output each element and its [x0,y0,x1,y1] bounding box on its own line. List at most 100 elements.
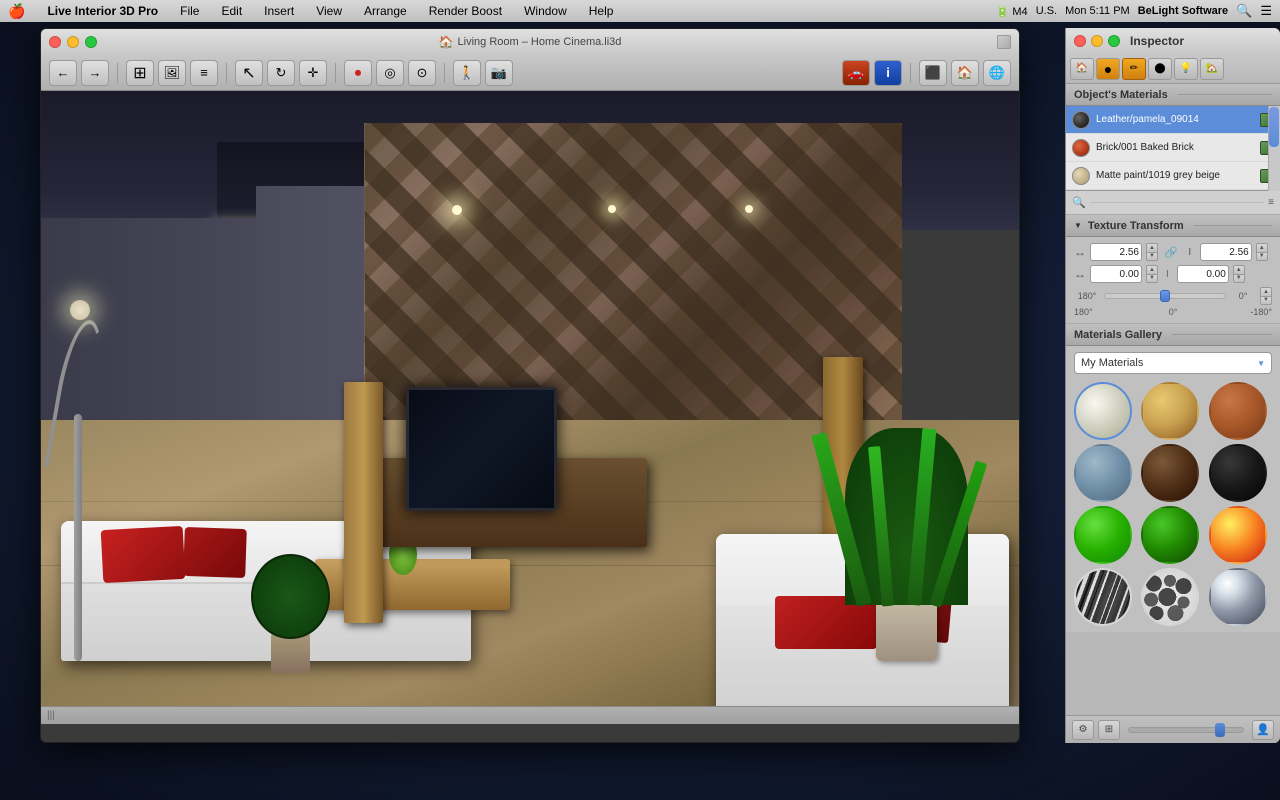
camera-button[interactable]: ⊙ [408,60,436,86]
materials-menu-btn[interactable]: ≡ [1268,197,1274,208]
rotate-icon: ↻ [276,65,287,81]
floorplan-button[interactable]: ⊞ [126,60,154,86]
viewport[interactable]: ||| [41,91,1019,724]
cursor-button[interactable]: ↖ [235,60,263,86]
list-button[interactable]: ≡ [190,60,218,86]
offset-y-down[interactable]: ▼ [1233,275,1245,284]
offset-x-stepper[interactable]: ▲ ▼ [1146,265,1158,283]
offset-x-input[interactable] [1090,265,1142,283]
scale-y-stepper[interactable]: ▲ ▼ [1256,243,1268,261]
menubar-view[interactable]: View [312,4,346,18]
menubar-insert[interactable]: Insert [260,4,298,18]
gallery-item-dark[interactable] [1209,444,1267,502]
menubar-help[interactable]: Help [585,4,618,18]
inspector-tabs: 🏠 ● ✏ ⬤ 💡 🏡 [1066,54,1280,84]
resize-button[interactable] [997,35,1011,49]
menubar-file[interactable]: File [176,4,203,18]
offset-x-up[interactable]: ▲ [1146,265,1158,275]
tab-material[interactable]: ✏ [1122,58,1146,80]
rotate-button[interactable]: ↻ [267,60,295,86]
menubar-window[interactable]: Window [520,4,571,18]
car-button[interactable]: 🚗 [842,60,870,86]
tab-scene[interactable]: 🏡 [1200,58,1224,80]
move-button[interactable]: ✛ [299,60,327,86]
walk-button[interactable]: 🚶 [453,60,481,86]
inspector-min[interactable] [1091,35,1103,47]
inspector-close[interactable] [1074,35,1086,47]
scale-y-input[interactable] [1200,243,1252,261]
gallery-item-fire[interactable] [1209,506,1267,564]
material-item-0[interactable]: Leather/pamela_09014 [1066,106,1280,134]
scale-y-up[interactable]: ▲ [1256,243,1268,253]
plant-right [863,439,951,661]
minimize-button[interactable] [67,36,79,48]
offset-y-stepper[interactable]: ▲ ▼ [1233,265,1245,283]
offset-y-input[interactable] [1177,265,1229,283]
size-slider[interactable] [1128,727,1244,733]
scale-x-input[interactable] [1090,243,1142,261]
tab-object[interactable]: ● [1096,58,1120,80]
gallery-dropdown[interactable]: My Materials ▼ [1074,352,1272,374]
materials-scrollbar[interactable] [1268,106,1280,191]
menubar-app[interactable]: Live Interior 3D Pro [43,4,162,18]
render-icon: 🖼 [164,65,181,81]
gallery-item-green2[interactable] [1141,506,1199,564]
menubar-arrange[interactable]: Arrange [360,4,411,18]
degree-min: 180° [1074,307,1104,317]
close-button[interactable] [49,36,61,48]
offset-y-up[interactable]: ▲ [1233,265,1245,275]
size-slider-thumb[interactable] [1215,723,1225,737]
tab-light[interactable]: 💡 [1174,58,1198,80]
back-button[interactable]: ← [49,60,77,86]
texture-divider [1194,225,1272,226]
offset-x-down[interactable]: ▼ [1146,275,1158,284]
scale-x-down[interactable]: ▼ [1146,253,1158,262]
view-top-button[interactable]: ⬛ [919,60,947,86]
scale-x-stepper[interactable]: ▲ ▼ [1146,243,1158,261]
toolbar-sep-3 [335,63,336,83]
menubar-edit[interactable]: Edit [217,4,246,18]
maximize-button[interactable] [85,36,97,48]
view-globe-button[interactable]: 🌐 [983,60,1011,86]
gallery-item-green[interactable] [1074,506,1132,564]
material-item-2[interactable]: Matte paint/1019 grey beige [1066,162,1280,190]
rotation-down[interactable]: ▼ [1260,297,1272,306]
gallery-item-spots[interactable] [1141,568,1199,626]
material-item-1[interactable]: Brick/001 Baked Brick [1066,134,1280,162]
tab-texture[interactable]: ⬤ [1148,58,1172,80]
record-button[interactable]: ⏺ [344,60,372,86]
rotation-stepper[interactable]: ▲ ▼ [1260,287,1272,305]
eye-button[interactable]: ◎ [376,60,404,86]
gallery-item-dark-wood[interactable] [1141,444,1199,502]
screenshot-button[interactable]: 📷 [485,60,513,86]
grid-btn[interactable]: ⊞ [1098,720,1120,740]
info-button[interactable]: i [874,60,902,86]
clock: Mon 5:11 PM [1065,5,1130,17]
forward-button[interactable]: → [81,60,109,86]
search-icon[interactable]: 🔍 [1236,3,1252,19]
rotation-track[interactable] [1104,293,1226,299]
gallery-item-water[interactable] [1074,444,1132,502]
menu-icon[interactable]: ☰ [1260,3,1272,19]
floor-lamp [51,281,110,661]
gallery-item-zebra[interactable] [1074,568,1132,626]
gallery-item-chrome[interactable] [1209,568,1267,626]
render-button[interactable]: 🖼 [158,60,186,86]
settings-btn[interactable]: ⚙ [1072,720,1094,740]
scrollbar-thumb[interactable] [1269,107,1279,147]
slider-thumb[interactable] [1160,290,1170,302]
view-house-button[interactable]: 🏠 [951,60,979,86]
apple-menu[interactable]: 🍎 [8,3,25,20]
photo-btn[interactable]: 👤 [1252,720,1274,740]
tab-home[interactable]: 🏠 [1070,58,1094,80]
gallery-item-white-fabric[interactable] [1074,382,1132,440]
inspector-max[interactable] [1108,35,1120,47]
rotation-up[interactable]: ▲ [1260,287,1272,297]
gallery-item-brick[interactable] [1209,382,1267,440]
gallery-item-wood-light[interactable] [1141,382,1199,440]
menubar-renderboost[interactable]: Render Boost [425,4,506,18]
materials-search-row: 🔍 ≡ [1066,191,1280,215]
scale-x-up[interactable]: ▲ [1146,243,1158,253]
link-icon[interactable]: 🔗 [1162,246,1180,259]
scale-y-down[interactable]: ▼ [1256,253,1268,262]
